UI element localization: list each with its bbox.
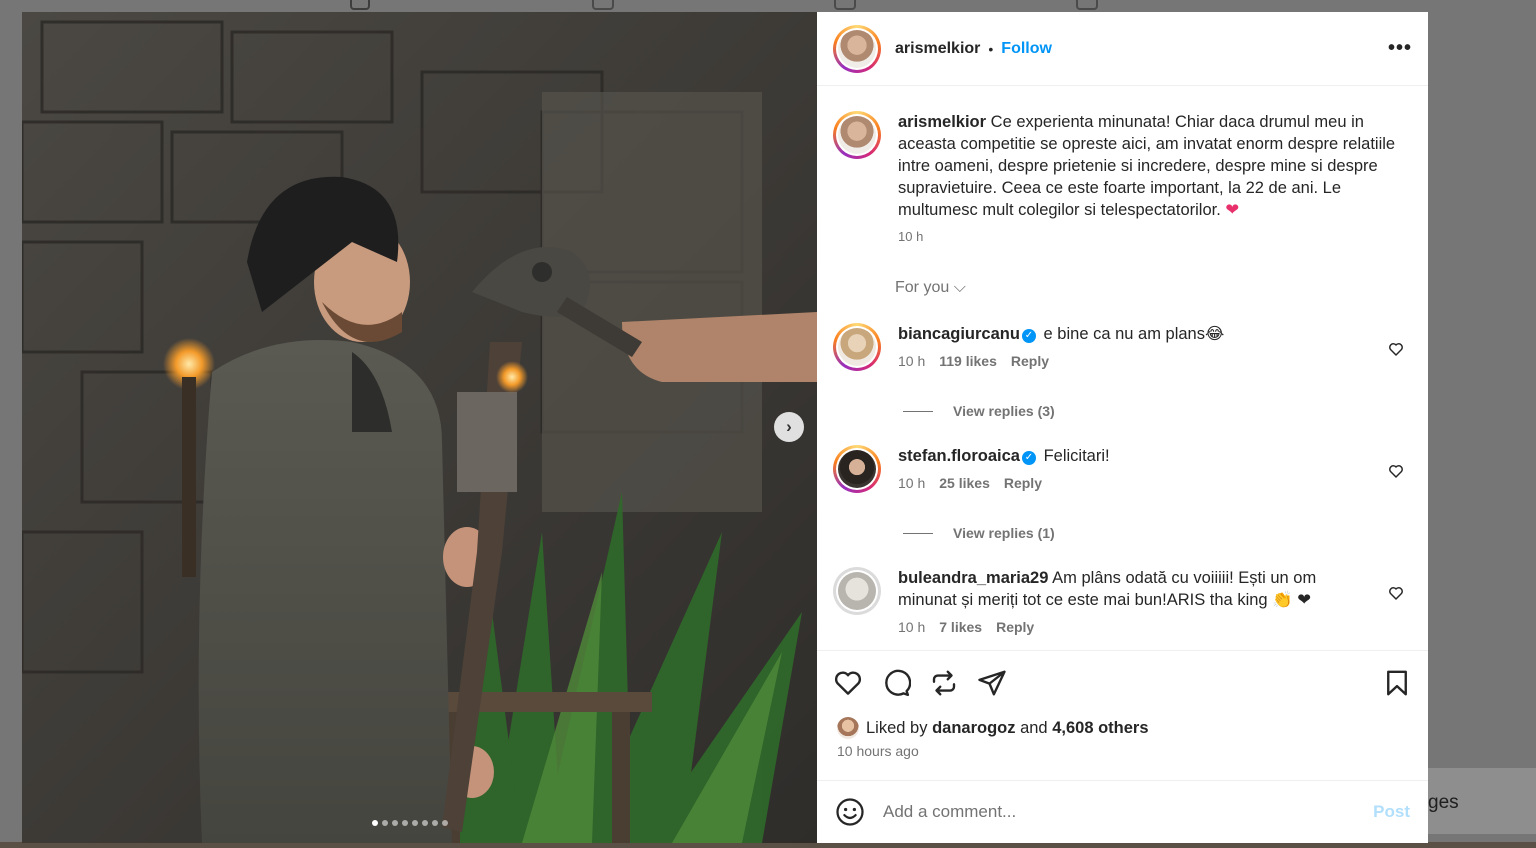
carousel-dot [392, 820, 398, 826]
likes-others-link[interactable]: 4,608 others [1052, 719, 1148, 738]
view-replies-label: View replies (3) [953, 403, 1055, 419]
comment-body: Felicitari! [1043, 447, 1110, 465]
verified-badge-icon: ✓ [1021, 451, 1036, 465]
carousel-dot [382, 820, 388, 826]
like-icon[interactable] [833, 668, 863, 698]
comment-time: 10 h [898, 353, 926, 369]
caption-username[interactable]: arismelkior [898, 113, 986, 131]
post-actions: Liked by danarogoz and 4,608 others 10 h… [817, 650, 1428, 759]
more-options-icon[interactable]: ••• [1388, 37, 1412, 60]
comment-likes[interactable]: 119 likes [939, 353, 997, 369]
comment-meta: 10 h 119 likes Reply [898, 353, 1412, 369]
background-profile-tabs [350, 0, 1110, 12]
likes-summary: Liked by danarogoz and 4,608 others [817, 717, 1428, 739]
comment-text: stefan.floroaica ✓ Felicitari! [898, 445, 1412, 467]
comment-likes[interactable]: 25 likes [939, 475, 990, 491]
replies-divider [903, 410, 933, 412]
verified-badge-icon: ✓ [1021, 329, 1036, 343]
chevron-right-icon: › [786, 417, 792, 436]
replies-divider [903, 532, 933, 534]
heart-emoji: ❤ [1225, 201, 1240, 219]
comment-text: buleandra_maria29 Am plâns odată cu voii… [898, 567, 1368, 611]
carousel-next-button[interactable]: › [774, 412, 804, 442]
liked-by-label: Liked by [866, 718, 928, 737]
author-avatar[interactable] [833, 24, 881, 73]
caption-timestamp: 10 h [898, 229, 924, 244]
comment-time: 10 h [898, 475, 926, 491]
reels-icon [592, 0, 614, 10]
background-messages-label: ges [1428, 792, 1459, 813]
liker-username[interactable]: danarogoz [932, 719, 1015, 738]
separator-dot: • [988, 40, 994, 57]
grid-icon [350, 0, 370, 10]
comment-like-icon[interactable] [1388, 463, 1404, 479]
post-caption: arismelkior Ce experienta minunata! Chia… [833, 111, 1412, 244]
view-replies-button[interactable]: View replies (1) [903, 525, 1055, 541]
save-bookmark-icon[interactable] [1382, 668, 1412, 698]
caption-avatar[interactable] [833, 111, 881, 159]
carousel-dot [372, 820, 378, 826]
action-icons-row [817, 651, 1428, 715]
comment-meta: 10 h 25 likes Reply [898, 475, 1412, 491]
comment-time: 10 h [898, 619, 926, 635]
tagged-icon [1076, 0, 1098, 10]
caption-text: arismelkior Ce experienta minunata! Chia… [898, 111, 1410, 221]
comment-like-icon[interactable] [1388, 585, 1404, 601]
follow-button[interactable]: Follow [1001, 40, 1052, 58]
comment-input[interactable] [883, 802, 1374, 822]
reply-button[interactable]: Reply [1004, 475, 1042, 491]
comments-section[interactable]: arismelkior Ce experienta minunata! Chia… [817, 87, 1428, 650]
comment-sort-dropdown[interactable]: For you ⌵ [895, 279, 966, 297]
comment-item: buleandra_maria29 Am plâns odată cu voii… [833, 567, 1412, 635]
repost-icon [834, 0, 856, 10]
comment-text: biancagiurcanu ✓ e bine ca nu am plans😂 [898, 323, 1412, 345]
author-username[interactable]: arismelkior [895, 40, 980, 58]
repost-icon[interactable] [929, 668, 959, 698]
post-image: › [22, 12, 817, 843]
carousel-dots [372, 820, 448, 826]
view-replies-button[interactable]: View replies (3) [903, 403, 1055, 419]
comment-meta: 10 h 7 likes Reply [898, 619, 1368, 635]
avatar-image [838, 116, 876, 154]
post-photo [22, 12, 817, 843]
share-icon[interactable] [977, 668, 1007, 698]
comment-icon[interactable] [881, 668, 911, 698]
comment-body: e bine ca nu am plans😂 [1043, 325, 1225, 343]
emoji-icon[interactable] [835, 797, 865, 827]
reply-button[interactable]: Reply [996, 619, 1034, 635]
avatar-image [838, 572, 876, 610]
carousel-dot [412, 820, 418, 826]
commenter-username[interactable]: biancagiurcanu [898, 325, 1020, 343]
commenter-avatar[interactable] [833, 323, 881, 371]
comment-likes[interactable]: 7 likes [939, 619, 982, 635]
carousel-dot [432, 820, 438, 826]
post-side-panel: arismelkior • Follow ••• arismelkior Ce … [817, 12, 1428, 843]
background-messages-button: ges [1428, 768, 1536, 834]
commenter-avatar[interactable] [833, 567, 881, 615]
view-replies-label: View replies (1) [953, 525, 1055, 541]
comment-item: stefan.floroaica ✓ Felicitari! 10 h 25 li… [833, 445, 1412, 493]
carousel-dot [422, 820, 428, 826]
likes-and-label: and [1020, 718, 1048, 737]
avatar-image [838, 450, 876, 488]
liker-avatar[interactable] [837, 717, 859, 739]
reply-button[interactable]: Reply [1011, 353, 1049, 369]
post-header: arismelkior • Follow ••• [817, 12, 1428, 86]
carousel-dot [402, 820, 408, 826]
commenter-avatar[interactable] [833, 445, 881, 493]
commenter-username[interactable]: buleandra_maria29 [898, 569, 1048, 587]
comment-like-icon[interactable] [1388, 341, 1404, 357]
post-comment-button[interactable]: Post [1373, 802, 1410, 822]
avatar-image [838, 328, 876, 366]
carousel-dot [442, 820, 448, 826]
add-comment-bar: Post [817, 780, 1428, 843]
comment-item: biancagiurcanu ✓ e bine ca nu am plans😂 1… [833, 323, 1412, 371]
post-modal: › arismelkior • Follow ••• arismelkior C… [22, 12, 1428, 843]
commenter-username[interactable]: stefan.floroaica [898, 447, 1020, 465]
avatar-image [838, 29, 876, 68]
post-timestamp: 10 hours ago [837, 743, 919, 759]
